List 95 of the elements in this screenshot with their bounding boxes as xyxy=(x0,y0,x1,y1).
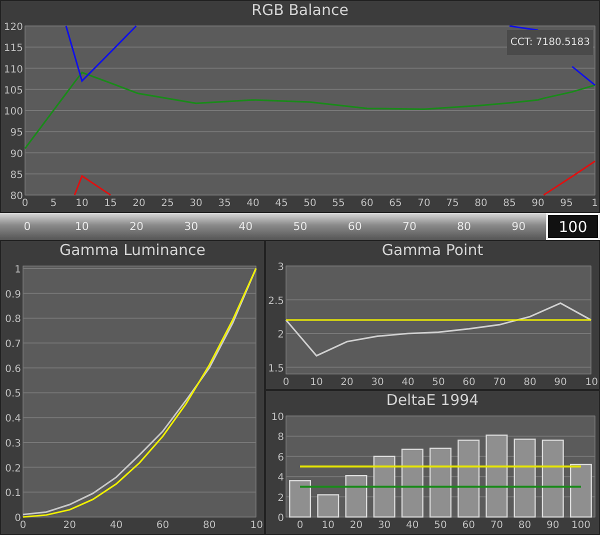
chart-title: Gamma Luminance xyxy=(59,241,206,260)
x-tick-label: 25 xyxy=(161,198,174,209)
y-tick-label: 2 xyxy=(278,492,284,504)
y-tick-label: 85 xyxy=(10,170,23,181)
x-tick-label: 20 xyxy=(63,520,76,531)
scale-button[interactable]: 20 xyxy=(109,213,164,240)
x-tick-label: 100 xyxy=(571,520,590,531)
x-tick-label: 50 xyxy=(434,520,447,531)
x-tick-label: 40 xyxy=(406,520,419,531)
y-tick-label: 8 xyxy=(278,432,284,444)
x-tick-label: 60 xyxy=(360,198,374,209)
y-tick-label: 0.5 xyxy=(5,388,21,400)
y-tick-label: 0.6 xyxy=(5,364,21,375)
x-tick-label: 50 xyxy=(304,198,316,209)
y-tick-label: 95 xyxy=(10,128,23,139)
y-tick-label: 90 xyxy=(10,148,23,160)
x-tick-label: 1 xyxy=(592,198,598,209)
x-tick-label: 55 xyxy=(332,198,345,209)
x-tick-label: 80 xyxy=(524,377,536,388)
x-tick-label: 50 xyxy=(432,377,445,388)
x-tick-label: 80 xyxy=(474,198,488,209)
x-tick-label: 65 xyxy=(389,198,402,209)
x-tick-label: 10 xyxy=(76,198,88,209)
y-tick-label: 100 xyxy=(4,106,23,118)
scale-button[interactable]: 70 xyxy=(382,213,437,240)
y-tick-label: 10 xyxy=(271,412,284,423)
x-tick-label: 60 xyxy=(462,520,475,531)
y-tick-label: 0.7 xyxy=(5,339,21,350)
x-tick-label: 90 xyxy=(554,377,567,388)
x-tick-label: 30 xyxy=(190,198,202,209)
scale-button[interactable]: 100 xyxy=(546,213,600,240)
y-tick-label: 1.5 xyxy=(268,363,284,374)
y-tick-label: 0.1 xyxy=(5,488,21,500)
x-tick-label: 60 xyxy=(156,520,170,531)
x-tick-label: 20 xyxy=(340,377,354,388)
scale-button[interactable]: 10 xyxy=(54,213,110,240)
x-tick-label: 90 xyxy=(546,520,560,531)
y-tick-label: 80 xyxy=(10,191,23,202)
y-tick-label: 0.4 xyxy=(5,414,21,425)
scale-button[interactable]: 60 xyxy=(328,213,382,240)
x-tick-label: 5 xyxy=(50,198,57,209)
y-tick-label: 105 xyxy=(4,85,23,96)
cct-readout: CCT: 7180.5183 xyxy=(507,30,593,55)
y-tick-label: 0 xyxy=(14,513,21,524)
x-tick-label: 15 xyxy=(104,198,117,209)
scale-button[interactable]: 30 xyxy=(164,213,218,240)
x-tick-label: 45 xyxy=(275,198,288,209)
y-tick-label: 6 xyxy=(278,452,284,464)
x-tick-label: 70 xyxy=(493,377,506,388)
x-tick-label: 40 xyxy=(110,520,123,531)
y-tick-label: 1 xyxy=(14,264,21,276)
y-tick-label: 2 xyxy=(278,330,284,340)
x-tick-label: 10 xyxy=(310,377,323,388)
x-tick-label: 0 xyxy=(22,198,28,209)
x-tick-label: 30 xyxy=(371,377,384,388)
x-tick-label: 85 xyxy=(503,198,516,209)
chart-title: DeltaE 1994 xyxy=(386,391,479,410)
x-tick-label: 0 xyxy=(20,520,26,531)
x-tick-label: 10 xyxy=(585,377,598,388)
x-tick-label: 10 xyxy=(322,520,334,531)
y-tick-label: 0.9 xyxy=(5,289,21,300)
chart-title: RGB Balance xyxy=(252,1,348,20)
x-tick-label: 30 xyxy=(378,520,391,531)
x-tick-label: 0 xyxy=(282,377,290,388)
x-tick-label: 60 xyxy=(462,377,476,388)
x-tick-label: 75 xyxy=(446,198,459,209)
scale-button[interactable]: 80 xyxy=(436,213,492,240)
y-tick-label: 0.3 xyxy=(5,438,21,450)
x-tick-label: 70 xyxy=(490,520,504,531)
x-tick-label: 70 xyxy=(418,198,430,209)
x-tick-label: 20 xyxy=(350,520,363,531)
y-tick-label: 120 xyxy=(4,22,23,33)
y-tick-label: 2.5 xyxy=(268,296,284,307)
y-tick-label: 4 xyxy=(278,472,284,484)
x-tick-label: 40 xyxy=(246,198,260,209)
x-tick-label: 0 xyxy=(296,520,304,531)
x-tick-label: 20 xyxy=(132,198,146,209)
y-tick-label: 0 xyxy=(278,513,284,524)
y-tick-label: 110 xyxy=(4,64,23,76)
scale-button[interactable]: 0 xyxy=(0,213,55,240)
y-tick-label: 3 xyxy=(278,262,284,273)
chart-title: Gamma Point xyxy=(382,241,484,260)
y-tick-label: 0.2 xyxy=(5,463,21,474)
y-tick-label: 0.8 xyxy=(5,314,21,326)
scale-button[interactable]: 90 xyxy=(491,213,546,240)
scale-button[interactable]: 40 xyxy=(218,213,273,240)
x-tick-label: 90 xyxy=(532,198,544,209)
x-tick-label: 10 xyxy=(250,520,263,531)
x-tick-label: 40 xyxy=(402,377,414,388)
x-tick-label: 35 xyxy=(218,198,231,209)
scale-button[interactable]: 50 xyxy=(272,213,328,240)
x-tick-label: 80 xyxy=(518,520,532,531)
x-tick-label: 80 xyxy=(203,520,216,531)
y-tick-label: 115 xyxy=(4,43,23,54)
x-tick-label: 95 xyxy=(560,198,573,209)
